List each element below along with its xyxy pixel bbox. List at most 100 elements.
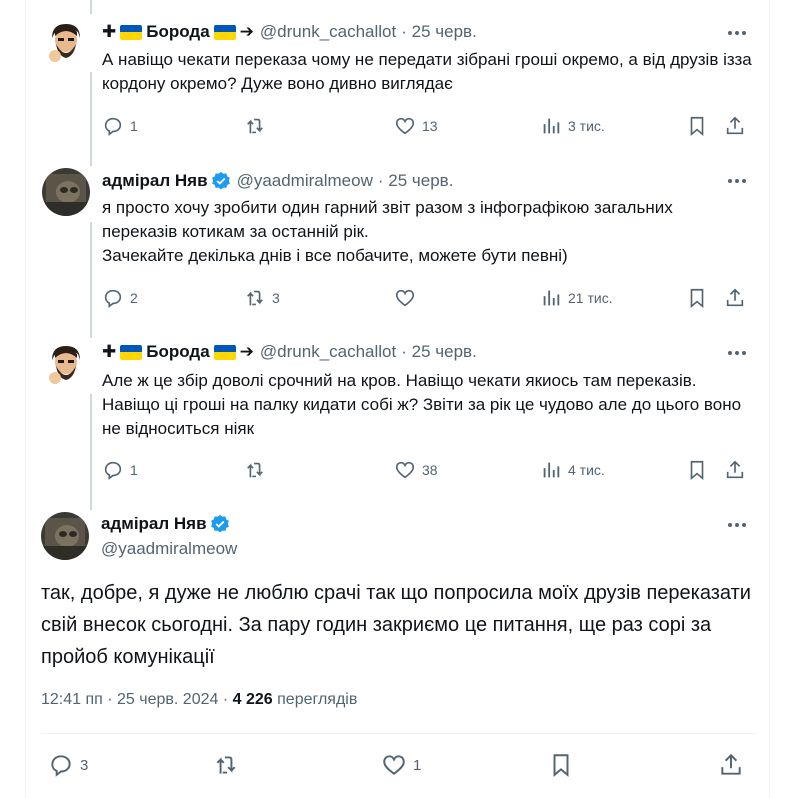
like-icon bbox=[395, 117, 415, 135]
reply-button[interactable]: 3 bbox=[48, 752, 88, 778]
tweet-text-line: я просто хочу зробити один гарний звіт р… bbox=[102, 198, 673, 241]
more-icon[interactable] bbox=[727, 343, 747, 363]
share-icon bbox=[726, 116, 744, 135]
handle[interactable]: @drunk_cachallot bbox=[260, 341, 396, 363]
handle[interactable]: @yaadmiralmeow bbox=[101, 538, 237, 560]
thread-line bbox=[90, 222, 92, 332]
reply-button[interactable]: 2 bbox=[102, 286, 138, 310]
name-prefix: ✚ bbox=[102, 342, 117, 361]
thread-line bbox=[90, 72, 92, 160]
like-button[interactable]: 38 bbox=[394, 458, 438, 482]
share-button[interactable] bbox=[724, 458, 746, 482]
repost-count: 3 bbox=[272, 290, 280, 306]
reply-button[interactable]: 1 bbox=[102, 458, 138, 482]
views-icon bbox=[543, 462, 560, 478]
like-count: 13 bbox=[422, 118, 438, 134]
views-count: 21 тис. bbox=[568, 290, 613, 306]
reply-count: 2 bbox=[130, 290, 138, 306]
tweet-date[interactable]: · 25 черв. bbox=[401, 21, 477, 43]
action-bar: 2 3 21 тис. bbox=[102, 286, 752, 310]
repost-button[interactable] bbox=[244, 458, 272, 482]
bookmark-button[interactable] bbox=[686, 458, 708, 482]
tweet-header: адмірал Няв bbox=[101, 513, 230, 535]
views-button[interactable]: 3 тис. bbox=[540, 114, 605, 138]
verified-badge-icon bbox=[210, 514, 229, 533]
handle[interactable]: @drunk_cachallot bbox=[260, 21, 396, 43]
tweet-date[interactable]: · 25 черв. bbox=[378, 170, 454, 192]
like-icon bbox=[395, 289, 415, 307]
tweet-text: я просто хочу зробити один гарний звіт р… bbox=[102, 196, 752, 268]
reply-tweet[interactable]: адмірал Няв @yaadmiralmeow · 25 черв. я … bbox=[26, 160, 771, 332]
ukraine-flag-icon bbox=[213, 344, 236, 360]
repost-icon bbox=[216, 756, 236, 774]
share-icon bbox=[726, 288, 744, 307]
ukraine-flag-icon bbox=[120, 344, 143, 360]
avatar[interactable] bbox=[41, 512, 89, 560]
repost-button[interactable] bbox=[244, 114, 272, 138]
reply-tweet[interactable]: ✚ Борода ➔ @drunk_cachallot · 25 черв. А… bbox=[26, 0, 771, 160]
share-button[interactable] bbox=[718, 752, 744, 778]
bookmark-icon bbox=[690, 116, 704, 137]
repost-button[interactable] bbox=[213, 752, 245, 778]
views-button[interactable]: 21 тис. bbox=[540, 286, 613, 310]
name-suffix: ➔ bbox=[239, 22, 254, 41]
reply-icon bbox=[104, 461, 122, 480]
bookmark-icon bbox=[690, 288, 704, 309]
more-icon[interactable] bbox=[727, 515, 747, 535]
bookmark-button[interactable] bbox=[548, 752, 574, 778]
more-icon[interactable] bbox=[727, 23, 747, 43]
thread-line bbox=[90, 394, 92, 504]
tweet-text: Але ж це збір доволі срочний на кров. На… bbox=[102, 371, 742, 438]
bookmark-button[interactable] bbox=[686, 286, 708, 310]
avatar[interactable] bbox=[42, 168, 90, 216]
like-button[interactable]: 1 bbox=[381, 752, 421, 778]
share-button[interactable] bbox=[724, 114, 746, 138]
display-name[interactable]: Борода bbox=[146, 341, 209, 363]
ukraine-flag-icon bbox=[213, 24, 236, 40]
verified-badge-icon bbox=[211, 171, 230, 190]
reply-icon bbox=[104, 289, 122, 308]
thread-line bbox=[90, 160, 92, 166]
avatar[interactable] bbox=[42, 18, 90, 66]
like-button[interactable] bbox=[394, 286, 422, 310]
display-name[interactable]: адмірал Няв bbox=[101, 513, 207, 535]
handle[interactable]: @yaadmiralmeow bbox=[237, 170, 373, 192]
thread-line bbox=[90, 0, 92, 14]
divider bbox=[41, 733, 756, 734]
display-name[interactable]: Борода bbox=[146, 21, 209, 43]
avatar[interactable] bbox=[42, 340, 90, 388]
tweet-text: так, добре, я дуже не люблю срачі так що… bbox=[41, 582, 751, 668]
tweet-meta: 12:41 пп · 25 черв. 2024 · 4 226 перегля… bbox=[41, 691, 357, 709]
tweet-text: А навіщо чекати переказа чому не передат… bbox=[102, 50, 752, 93]
like-button[interactable]: 13 bbox=[394, 114, 438, 138]
repost-icon bbox=[247, 118, 263, 134]
bookmark-button[interactable] bbox=[686, 114, 708, 138]
tweet-text-line: Зачекайте декілька днів і все побачите, … bbox=[102, 246, 568, 265]
share-button[interactable] bbox=[724, 286, 746, 310]
thread-line bbox=[90, 504, 92, 510]
reply-count: 1 bbox=[130, 462, 138, 478]
name-prefix: ✚ bbox=[102, 22, 117, 41]
repost-icon bbox=[247, 462, 263, 478]
reply-tweet[interactable]: ✚ Борода ➔ @drunk_cachallot · 25 черв. А… bbox=[26, 332, 771, 504]
repost-icon bbox=[247, 290, 263, 306]
views-icon bbox=[543, 290, 560, 306]
tweet-timestamp[interactable]: 12:41 пп · 25 черв. 2024 · bbox=[41, 691, 228, 708]
bookmark-icon bbox=[553, 754, 569, 777]
views-button[interactable]: 4 тис. bbox=[540, 458, 605, 482]
reply-count: 1 bbox=[130, 118, 138, 134]
views-count: 4 тис. bbox=[568, 462, 605, 478]
tweet-header: адмірал Няв @yaadmiralmeow · 25 черв. bbox=[102, 170, 453, 192]
thread-line bbox=[90, 332, 92, 338]
views-count: 4 226 bbox=[232, 691, 273, 708]
main-action-bar: 3 1 bbox=[26, 748, 771, 782]
reply-button[interactable]: 1 bbox=[102, 114, 138, 138]
like-icon bbox=[395, 461, 415, 479]
tweet-date[interactable]: · 25 черв. bbox=[401, 341, 477, 363]
share-icon bbox=[726, 460, 744, 479]
repost-button[interactable]: 3 bbox=[244, 286, 280, 310]
action-bar: 1 38 4 тис. bbox=[102, 458, 752, 482]
more-icon[interactable] bbox=[727, 171, 747, 191]
display-name[interactable]: адмірал Няв bbox=[102, 170, 208, 192]
views-count: 3 тис. bbox=[568, 118, 605, 134]
